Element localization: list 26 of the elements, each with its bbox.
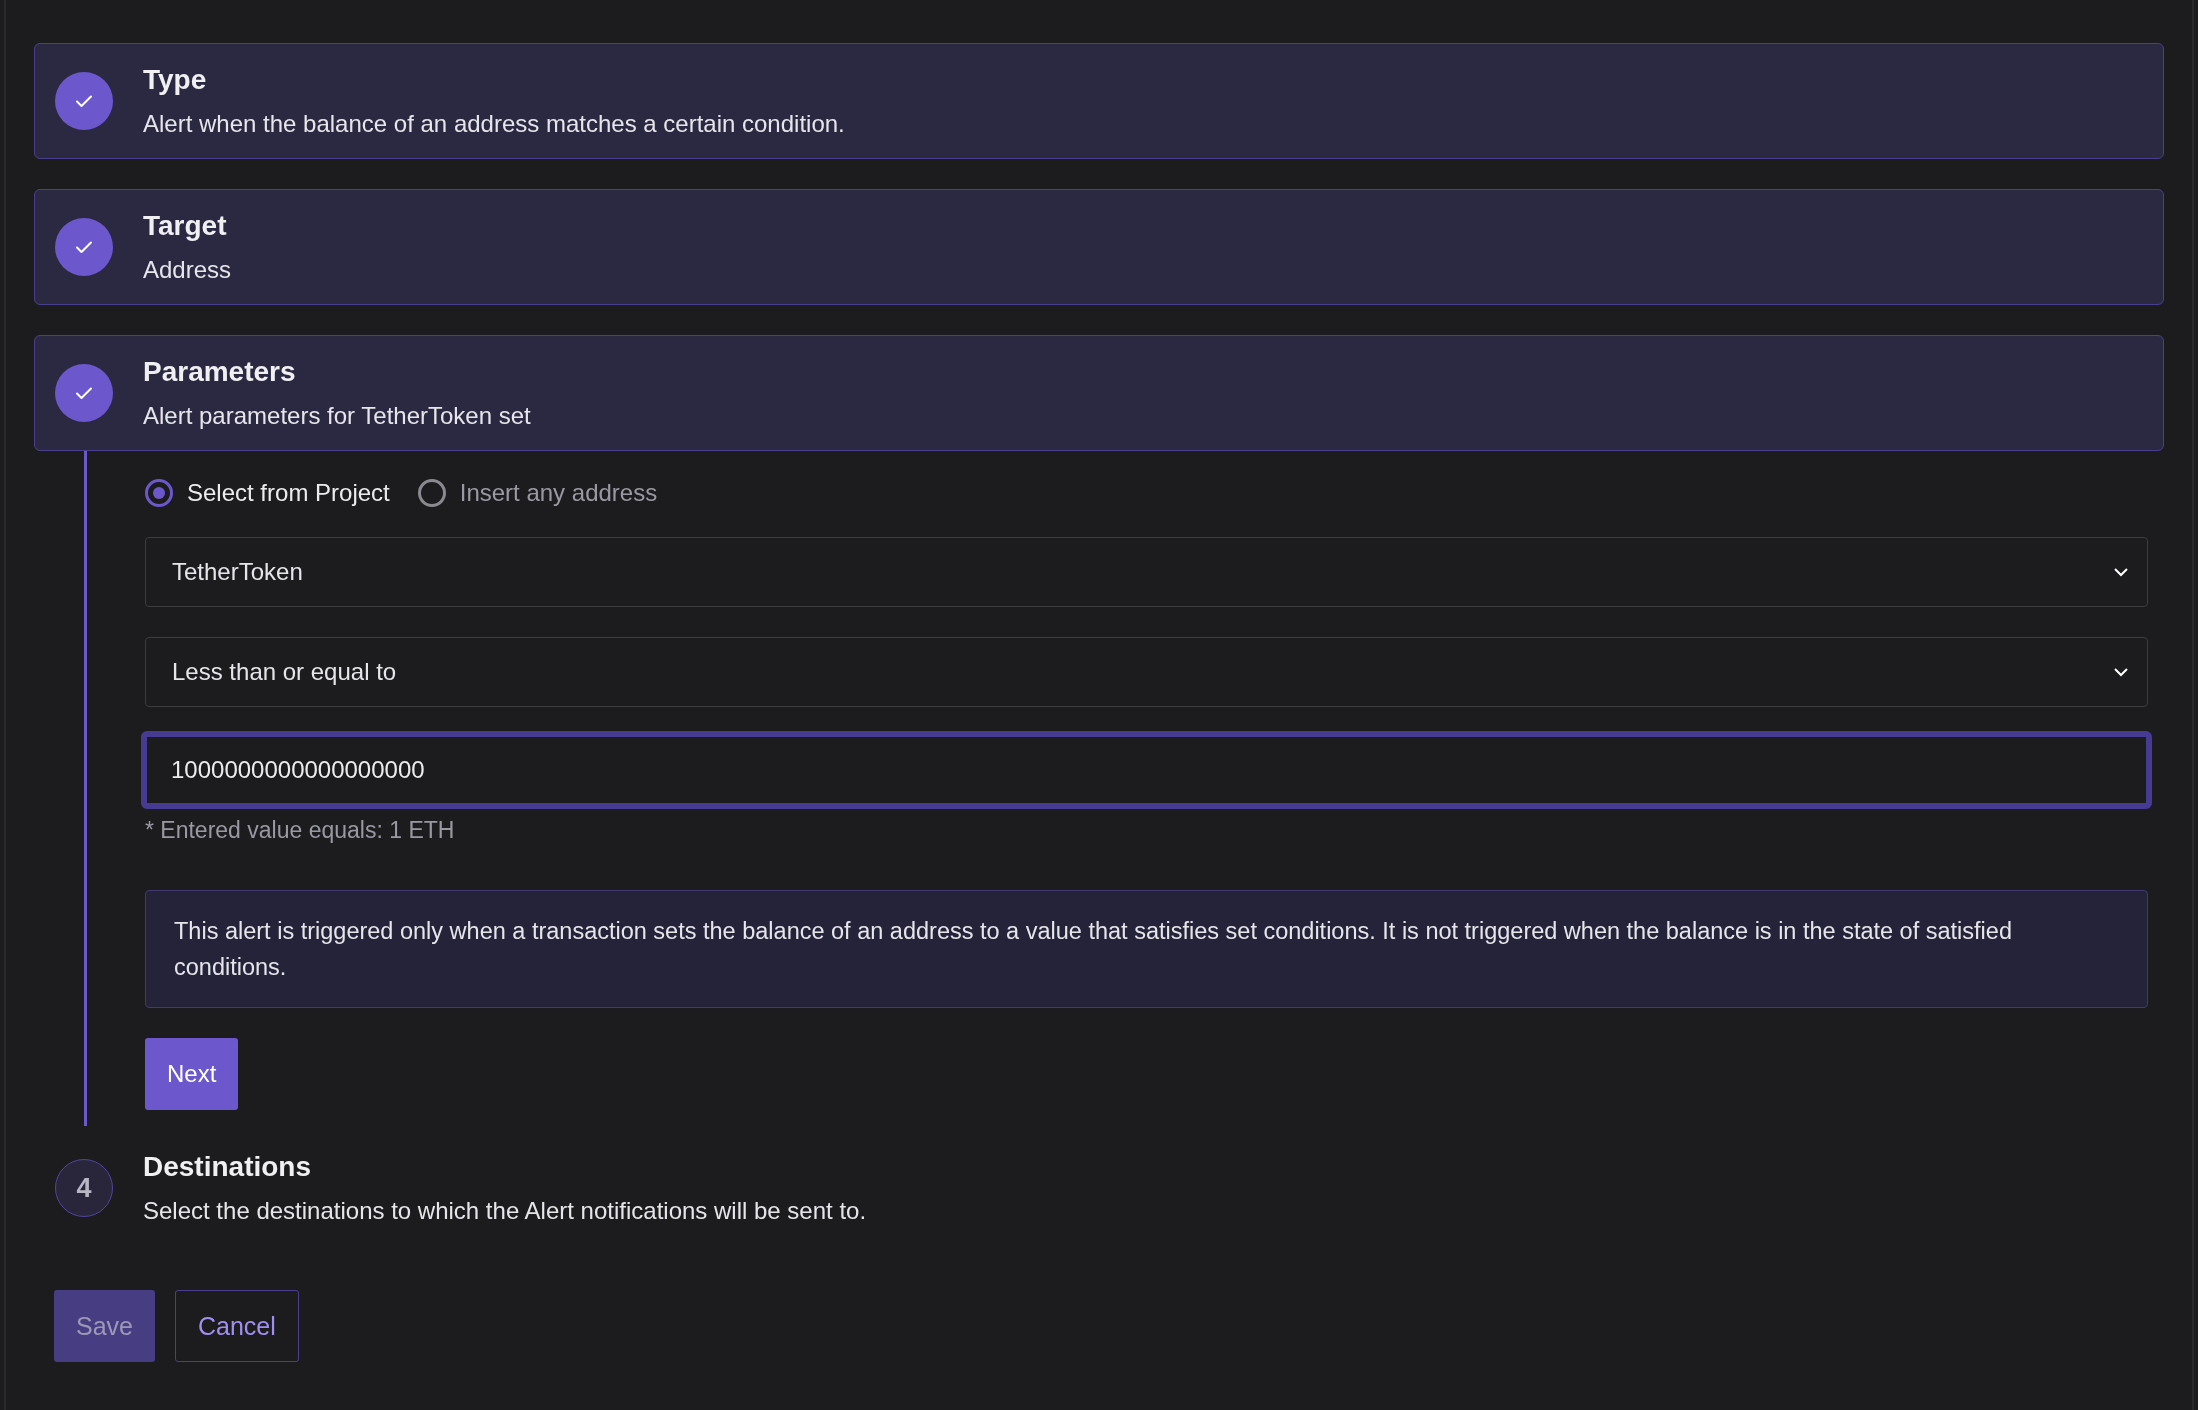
radio-label: Select from Project [187,479,390,507]
contract-select[interactable]: TetherToken [145,537,2148,607]
radio-label: Insert any address [459,479,658,507]
step-card[interactable]: Parameters Alert parameters for TetherToken set [34,335,2164,451]
hint-text: * Entered value equals: 1 ETH [145,817,455,844]
condition-select[interactable]: Less than or equal to [145,637,2148,707]
value-input-field[interactable]: 1000000000000000000 [141,731,2152,809]
step-description: Alert parameters for TetherToken set [143,402,531,430]
step-title: Type [143,64,208,96]
step-description: Address [143,256,232,284]
radio-option[interactable]: Insert any address [417,479,658,507]
radio-option[interactable]: Select from Project [145,479,390,507]
info-message: This alert is triggered only when a transaction sets the balance of an address to a value that satisfies set conditions. It is not triggered when the balance is in the state of satisfied conditions. [145,890,2148,1008]
step-description: Alert when the balance of an address matches a certain condition. [143,110,845,138]
step-card[interactable]: Target Address [34,189,2164,305]
step-number: 4 [55,1159,113,1217]
next-button[interactable]: Next [145,1038,239,1110]
chevron-down-icon [2113,667,2129,677]
step-title: Destinations [143,1151,313,1183]
chevron-down-icon [2113,567,2129,577]
step-description: Select the destinations to which the Alert notifications will be sent to. [143,1197,867,1225]
step-title: Target [143,210,228,242]
step-title: Parameters [143,356,297,388]
step-header[interactable]: 4 Destinations Select the destinations to which the Alert notifications will be sent to. [34,1130,2164,1246]
step-card[interactable]: Type Alert when the balance of an address matches a certain condition. [34,43,2164,159]
cancel-button[interactable]: Cancel [175,1290,299,1362]
